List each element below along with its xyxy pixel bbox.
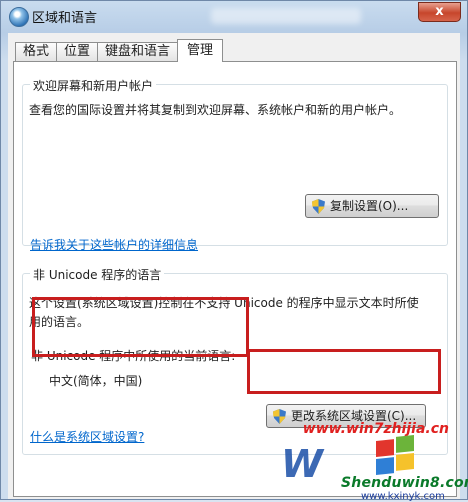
highlight-box-change-locale	[247, 349, 441, 394]
globe-icon	[9, 7, 29, 27]
tab-format[interactable]: 格式	[15, 42, 58, 61]
blurred-title-area	[211, 8, 361, 24]
region-language-dialog: 区域和语言 x 格式 位置 键盘和语言 管理 欢迎屏幕和新用户帐户 查看您的国际…	[0, 0, 468, 502]
welcome-screen-group: 欢迎屏幕和新用户帐户 查看您的国际设置并将其复制到欢迎屏幕、系统帐户和新的用户帐…	[22, 77, 448, 246]
current-language-value: 中文(简体，中国)	[49, 374, 143, 388]
window-title: 区域和语言	[32, 11, 98, 26]
close-button[interactable]: x	[418, 2, 461, 22]
highlight-box-current-language	[32, 297, 249, 357]
watermark-shenduwin8: Shenduwin8.com	[341, 475, 468, 491]
tab-administrative[interactable]: 管理	[177, 39, 224, 62]
copy-settings-button[interactable]: 复制设置(O)...	[305, 194, 439, 218]
accounts-details-link[interactable]: 告诉我关于这些帐户的详细信息	[30, 236, 198, 253]
copy-settings-label: 复制设置(O)...	[330, 199, 409, 213]
tab-strip: 格式 位置 键盘和语言 管理	[15, 39, 224, 62]
system-locale-help-link[interactable]: 什么是系统区域设置?	[30, 428, 144, 445]
tab-location[interactable]: 位置	[56, 42, 99, 61]
uac-shield-icon	[312, 199, 325, 214]
tab-keyboard-language[interactable]: 键盘和语言	[97, 42, 179, 61]
welcome-group-description: 查看您的国际设置并将其复制到欢迎屏幕、系统帐户和新的用户帐户。	[29, 103, 402, 117]
title-bar[interactable]: 区域和语言 x	[1, 1, 467, 33]
non-unicode-group-title: 非 Unicode 程序的语言	[30, 266, 165, 283]
uac-shield-icon	[273, 409, 286, 424]
watermark-kxinyk: www.kxinyk.com	[361, 491, 445, 502]
svg-text:W: W	[281, 442, 325, 486]
welcome-group-title: 欢迎屏幕和新用户帐户	[30, 77, 157, 94]
